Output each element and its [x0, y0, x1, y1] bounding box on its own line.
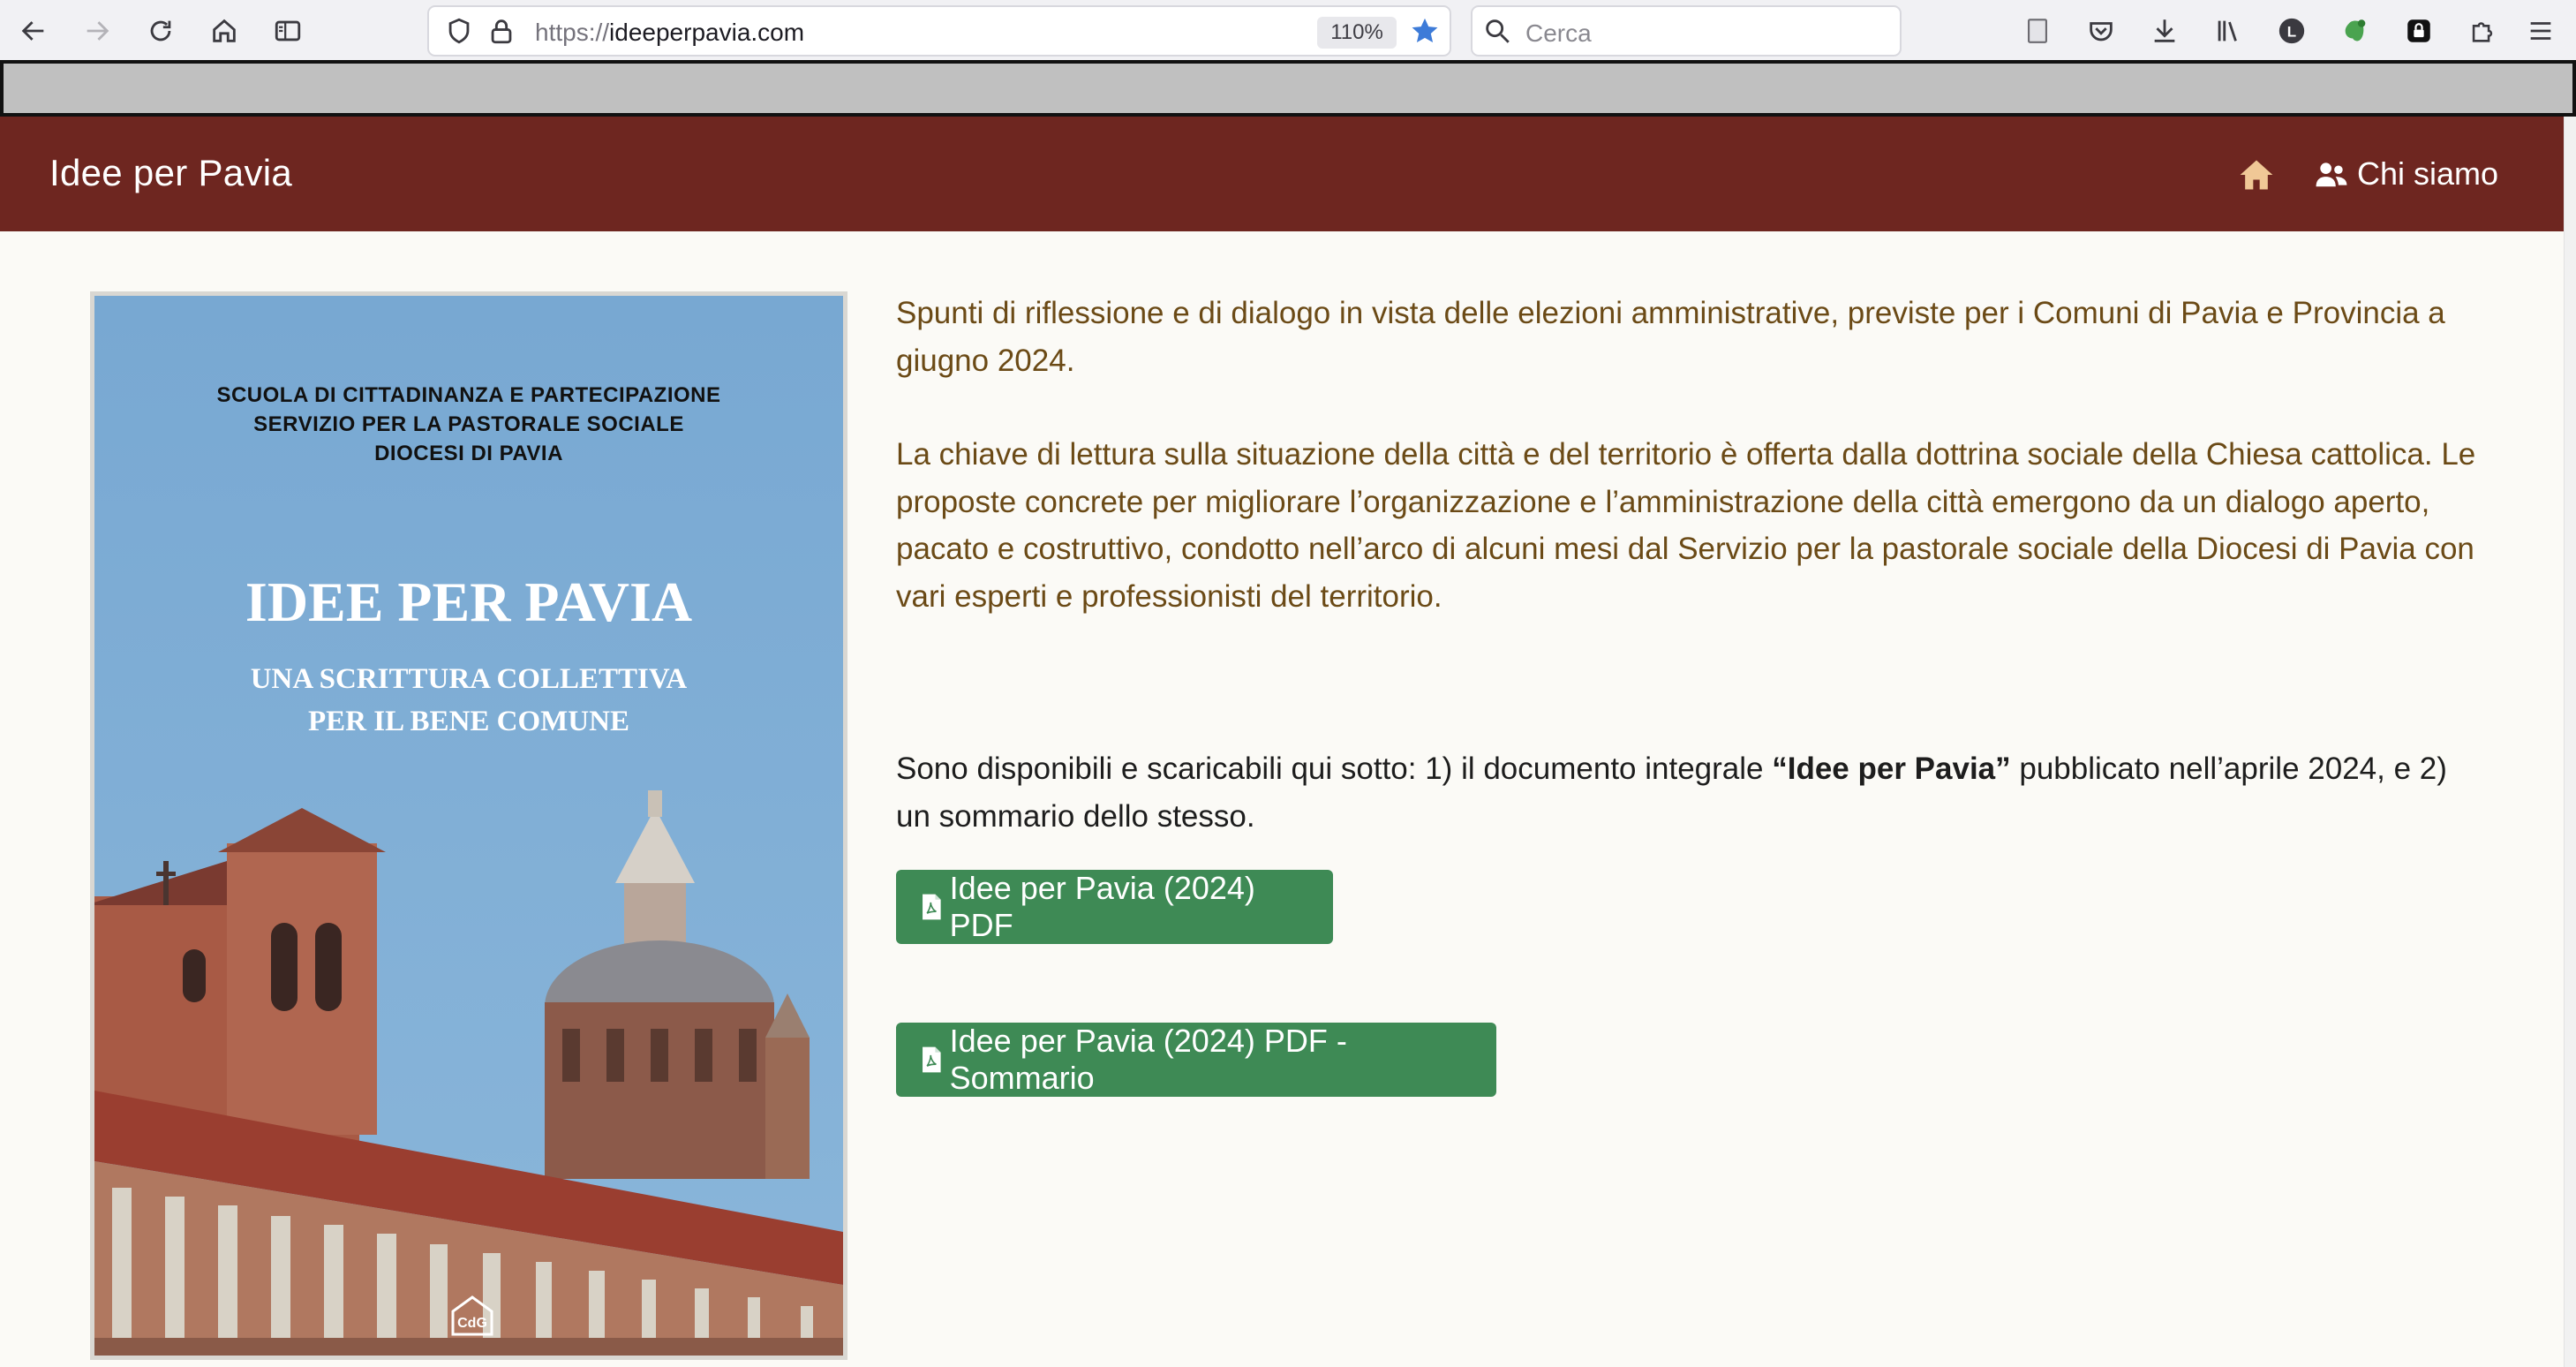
lock-icon[interactable]: [486, 15, 517, 47]
site-brand-link[interactable]: Idee per Pavia: [49, 152, 292, 194]
search-placeholder: Cerca: [1525, 19, 1592, 47]
pavia-buildings-illustration: [94, 790, 843, 1356]
back-arrow-icon[interactable]: [18, 15, 49, 47]
download-summary-pdf-label: Idee per Pavia (2024) PDF - Sommario: [949, 1023, 1347, 1096]
site-navbar: Idee per Pavia Chi siamo: [0, 117, 2564, 231]
download-icon[interactable]: [2149, 15, 2181, 47]
home-icon[interactable]: [208, 15, 240, 47]
page-scrollbar[interactable]: [2564, 117, 2576, 1367]
cover-organization: SCUOLA DI CITTADINANZA E PARTECIPAZIONE …: [216, 383, 721, 465]
url-scheme: https://: [535, 19, 610, 46]
cdg-logo-text: CdG: [457, 1316, 487, 1331]
document-title-bold: “Idee per Pavia”: [1772, 751, 2011, 786]
search-icon: [1481, 15, 1513, 47]
page-icon[interactable]: [2022, 15, 2053, 47]
pocket-icon[interactable]: [2085, 15, 2117, 47]
download-description: Sono disponibili e scaricabili qui sotto…: [896, 751, 2447, 834]
nav-home-icon[interactable]: [2237, 155, 2276, 194]
account-initial: L: [2287, 23, 2296, 40]
zoom-level-button[interactable]: 110%: [1317, 17, 1397, 49]
intro-paragraph-2: La chiave di lettura sulla situazione de…: [896, 437, 2476, 614]
users-icon: [2316, 162, 2347, 187]
password-extension-icon[interactable]: [2403, 15, 2435, 47]
cover-subtitle: UNA SCRITTURA COLLETTIVA PER IL BENE COM…: [250, 663, 688, 737]
account-avatar-icon[interactable]: L: [2276, 15, 2308, 47]
download-summary-pdf-button[interactable]: Idee per Pavia (2024) PDF - Sommario: [896, 1023, 1496, 1097]
search-bar[interactable]: Cerca: [1471, 5, 1902, 57]
book-cover-image: SCUOLA DI CITTADINANZA E PARTECIPAZIONE …: [90, 291, 847, 1360]
url-host: ideeperpavia.com: [609, 19, 805, 46]
shield-icon[interactable]: [443, 15, 475, 47]
bookmark-star-icon[interactable]: [1409, 15, 1441, 47]
url-text[interactable]: https://ideeperpavia.com: [535, 19, 804, 47]
menu-hamburger-icon[interactable]: [2525, 15, 2557, 47]
gray-banner-bar: [0, 60, 2576, 117]
file-pdf-icon: [923, 1046, 941, 1073]
extensions-puzzle-icon[interactable]: [2467, 15, 2498, 47]
cdg-logo-icon: CdG: [451, 1295, 493, 1336]
library-icon[interactable]: [2212, 15, 2244, 47]
evernote-extension-icon[interactable]: [2339, 15, 2371, 47]
download-full-pdf-button[interactable]: Idee per Pavia (2024) PDF: [896, 870, 1333, 944]
reload-icon[interactable]: [145, 15, 177, 47]
intro-paragraph-1: Spunti di riflessione e di dialogo in vi…: [896, 296, 2445, 378]
address-bar[interactable]: https://ideeperpavia.com 110%: [427, 5, 1451, 57]
nav-chi-siamo-link[interactable]: Chi siamo: [2315, 152, 2498, 196]
nav-chi-siamo-label: Chi siamo: [2357, 155, 2499, 192]
reader-view-icon[interactable]: [272, 15, 304, 47]
file-pdf-icon: [923, 894, 941, 920]
download-full-pdf-label: Idee per Pavia (2024) PDF: [949, 870, 1255, 943]
browser-toolbar: https://ideeperpavia.com 110% Cerca L: [0, 0, 2576, 62]
forward-arrow-icon[interactable]: [81, 15, 113, 47]
cover-title: IDEE PER PAVIA: [245, 570, 693, 633]
